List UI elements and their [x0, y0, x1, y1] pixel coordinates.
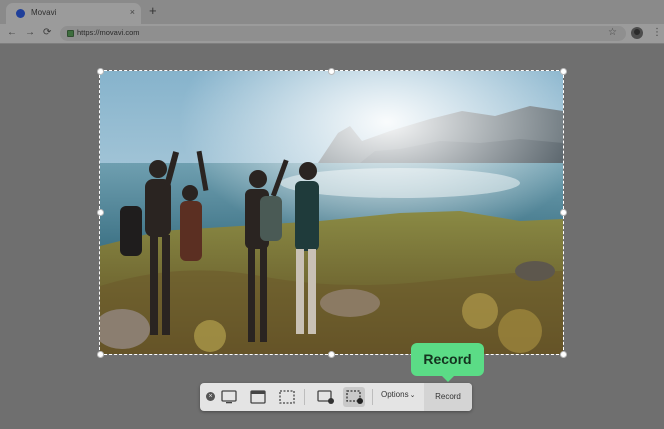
region-record-button[interactable]	[343, 387, 365, 407]
resize-handle-bottom-right[interactable]	[560, 351, 567, 358]
resize-handle-top-left[interactable]	[97, 68, 104, 75]
region-record-icon	[346, 390, 363, 404]
close-capture-icon[interactable]: ×	[206, 392, 215, 401]
address-bar: ← → ⟳ https://movavi.com ☆ ⋮	[0, 24, 664, 44]
new-tab-icon[interactable]: +	[149, 4, 157, 18]
reload-icon[interactable]: ⟳	[43, 27, 51, 39]
toolbar-divider	[304, 389, 305, 405]
forward-icon[interactable]: →	[25, 27, 35, 39]
url-input[interactable]: https://movavi.com	[60, 26, 626, 41]
capture-region[interactable]	[99, 70, 564, 355]
resize-handle-right[interactable]	[560, 209, 567, 216]
fullscreen-record-button[interactable]	[314, 387, 336, 407]
window-icon	[250, 390, 266, 404]
record-button[interactable]: Record	[424, 383, 472, 411]
resize-handle-bottom[interactable]	[328, 351, 335, 358]
resize-handle-left[interactable]	[97, 209, 104, 216]
movavi-favicon-icon	[16, 9, 25, 18]
capture-toolbar: × Options⌄ Record	[200, 383, 472, 411]
toolbar-divider	[372, 389, 373, 405]
fullscreen-mode-button[interactable]	[218, 387, 240, 407]
options-dropdown[interactable]: Options⌄	[381, 390, 415, 399]
options-label: Options	[381, 390, 409, 399]
tab-strip: Movavi × +	[0, 0, 664, 24]
resize-handle-top[interactable]	[328, 68, 335, 75]
chevron-down-icon: ⌄	[409, 392, 416, 399]
window-mode-button[interactable]	[247, 387, 269, 407]
tab-close-icon[interactable]: ×	[130, 7, 135, 17]
resize-handle-top-right[interactable]	[560, 68, 567, 75]
resize-handle-bottom-left[interactable]	[97, 351, 104, 358]
record-tooltip: Record	[411, 343, 484, 382]
monitor-icon	[221, 390, 237, 404]
monitor-record-icon	[317, 390, 334, 404]
bookmark-star-icon[interactable]: ☆	[608, 27, 617, 39]
back-icon[interactable]: ←	[7, 27, 17, 39]
lock-icon	[67, 30, 74, 37]
browser-tab[interactable]: Movavi ×	[6, 3, 141, 24]
hikers-photo	[100, 71, 563, 354]
dashed-region-icon	[279, 390, 295, 404]
url-text: https://movavi.com	[77, 28, 140, 37]
tab-title: Movavi	[31, 8, 57, 17]
region-mode-button[interactable]	[276, 387, 298, 407]
browser-menu-icon[interactable]: ⋮	[652, 27, 662, 39]
profile-avatar[interactable]	[631, 27, 643, 39]
